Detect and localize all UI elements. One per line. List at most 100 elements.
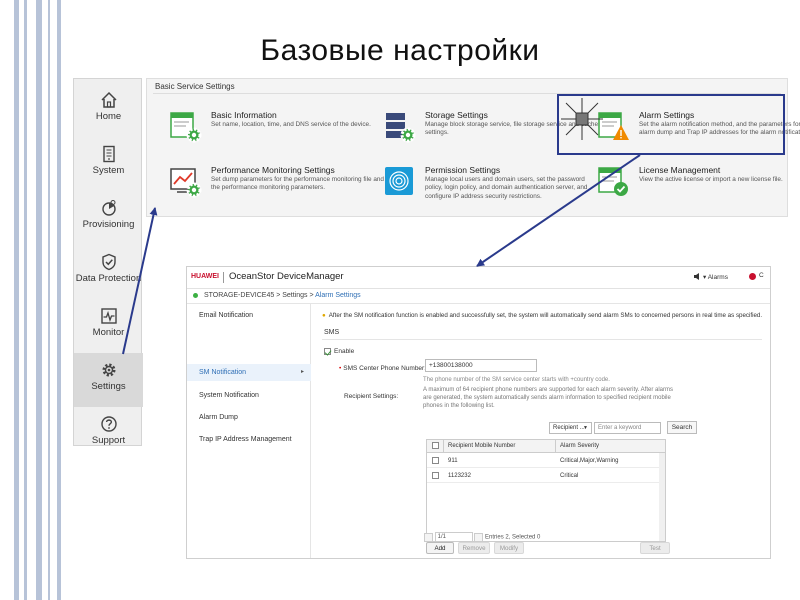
column-header[interactable]: Recipient Mobile Number [448,443,515,449]
nav-label: Data Protection [75,273,142,284]
alarms-label: Alarms [707,274,728,281]
nav-label: Settings [91,381,126,392]
tile-description: Manage local users and domain users, set… [425,176,588,200]
tile-title: License Management [639,165,721,175]
menu-item-trap-ip-address-management[interactable]: Trap IP Address Management [199,436,292,443]
phone-label-text: SMS Center Phone Number: [343,365,427,372]
nav-label: Home [95,111,122,122]
phone-hint: The phone number of the SM service cente… [423,377,610,383]
tile-description: View the active license or import a new … [639,176,783,183]
nav-item-data-protection[interactable]: Data Protection [74,245,143,299]
remove-button[interactable]: Remove [458,542,490,554]
required-marker: • [339,365,342,372]
checkbox-icon[interactable] [324,348,331,355]
nav-label: System [92,165,125,176]
alarm-settings-menu: Email Notification SM Notification ▸ Sys… [187,304,311,558]
tile-basic-information[interactable]: Basic Information Set name, location, ti… [169,110,379,154]
tile-performance-monitoring-settings[interactable]: Performance Monitoring Settings Set dump… [169,165,384,209]
tile-title: Permission Settings [425,165,501,175]
sm-notification-content: ● After the SM notification function is e… [312,304,770,558]
notice-text: ● After the SM notification function is e… [322,312,762,319]
tile-title: Performance Monitoring Settings [211,165,335,175]
nav-item-monitor[interactable]: Monitor [74,299,143,353]
table-cell: Critical,Major,Warning [560,458,619,464]
filter-select-value: Recipient ... [553,425,585,431]
prev-page-button[interactable] [424,532,433,542]
test-button[interactable]: Test [640,542,670,554]
breadcrumb-device[interactable]: STORAGE-DEVICE45 [204,292,274,299]
tile-license-management[interactable]: License Management View the active licen… [597,165,800,209]
enable-label: Enable [334,348,355,356]
next-page-button[interactable] [474,532,484,542]
nav-item-home[interactable]: Home [74,83,143,137]
sms-center-phone-input[interactable]: +13800138000 [425,359,537,372]
enable-checkbox[interactable]: Enable [324,348,354,355]
add-button[interactable]: Add [426,542,454,554]
storage-gear-icon [386,113,416,143]
app-title: OceanStor DeviceManager [229,271,344,282]
alarms-link[interactable]: ▾ Alarms [703,273,728,281]
nav-item-provisioning[interactable]: Provisioning [74,191,143,245]
nav-label: Monitor [92,327,125,338]
scrollbar[interactable] [659,453,665,541]
license-check-icon [598,167,628,196]
provisioning-icon [101,200,116,216]
keyword-input[interactable]: Enter a keyword [594,422,661,434]
tile-description: Set name, location, time, and DNS servic… [211,121,371,128]
device-manager-window: HUAWEI OceanStor DeviceManager ▾ Alarms … [186,266,771,559]
performance-chart-icon [170,168,202,198]
filter-select[interactable]: Recipient ... ▼ [549,422,592,434]
chevron-down-icon: ▼ [583,425,588,431]
divider [555,440,556,453]
table-row[interactable]: 1123232 Critical [427,469,665,483]
breadcrumb-separator: > [309,292,314,299]
table-cell: 911 [448,458,458,464]
search-button[interactable]: Search [667,421,697,434]
left-nav: Home System Provisioning Data Protection… [73,78,143,446]
status-dot-icon [193,292,198,298]
decorative-stripes [0,0,68,600]
home-icon [100,91,117,108]
select-all-checkbox[interactable] [432,442,439,449]
panel-title: Basic Service Settings [155,82,235,91]
alarm-status-icon [749,273,756,280]
speaker-icon[interactable] [693,272,702,281]
fingerprint-icon [385,167,413,195]
chevron-right-icon: ▸ [301,369,305,375]
menu-item-email-notification[interactable]: Email Notification [199,312,253,319]
nav-item-system[interactable]: System [74,137,143,191]
menu-item-sm-notification[interactable]: SM Notification [199,369,246,376]
slide: Базовые настройки Home System Provisioni… [0,0,800,600]
pagination: 1/1 Entries 2, Selected 0 [424,532,540,542]
lightbulb-icon: ● [322,312,326,319]
recipient-table: Recipient Mobile Number Alarm Severity 9… [426,439,666,542]
table-cell: 1123232 [448,473,471,479]
pagination-summary: Entries 2, Selected 0 [485,534,541,541]
divider [223,272,224,283]
row-checkbox[interactable] [432,457,439,464]
table-header: Recipient Mobile Number Alarm Severity [427,440,665,453]
page-input[interactable]: 1/1 [434,532,473,542]
breadcrumb-settings[interactable]: Settings [282,292,307,299]
row-checkbox[interactable] [432,472,439,479]
shield-check-icon [101,253,116,271]
tile-title: Basic Information [211,110,277,120]
tile-permission-settings[interactable]: Permission Settings Manage local users a… [383,165,593,209]
nav-item-support[interactable]: Support [74,407,143,461]
nav-item-settings[interactable]: Settings [74,353,143,407]
menu-item-system-notification[interactable]: System Notification [199,392,259,399]
modify-button[interactable]: Modify [494,542,524,554]
info-gear-icon [170,112,202,143]
column-header[interactable]: Alarm Severity [560,443,599,449]
divider [322,339,762,340]
breadcrumb: STORAGE-DEVICE45 > Settings > Alarm Sett… [193,292,361,299]
tile-description: Set dump parameters for the performance … [211,176,384,192]
recipient-settings-label: Recipient Settings: [344,393,399,400]
menu-item-alarm-dump[interactable]: Alarm Dump [199,414,238,421]
alarm-settings-highlight [557,94,785,155]
system-icon [102,145,115,163]
notice-message: After the SM notification function is en… [328,312,763,319]
table-row[interactable]: 911 Critical,Major,Warning [427,454,665,468]
user-menu[interactable]: C [759,272,764,279]
top-bar: HUAWEI OceanStor DeviceManager ▾ Alarms … [187,267,770,289]
